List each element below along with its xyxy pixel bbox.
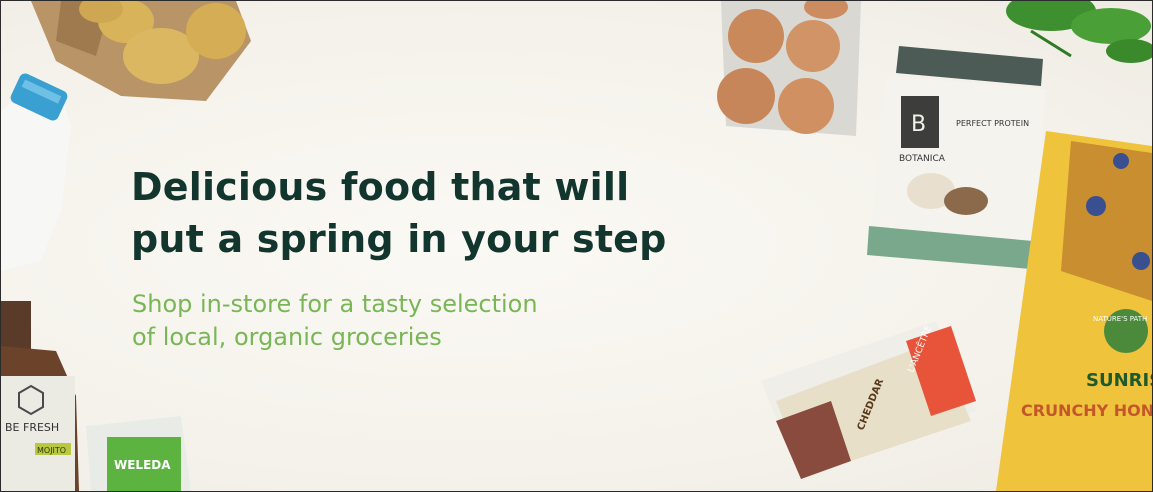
weleda-box: WELEDA	[86, 416, 191, 491]
svg-text:NATURE'S PATH: NATURE'S PATH	[1093, 315, 1147, 323]
svg-text:BOTANICA: BOTANICA	[899, 154, 946, 164]
svg-text:CRUNCHY HONEY: CRUNCHY HONEY	[1021, 401, 1152, 420]
svg-text:BE FRESH: BE FRESH	[5, 421, 59, 434]
protein-tub: B BOTANICA PERFECT PROTEIN	[867, 46, 1046, 269]
egg-carton	[717, 1, 861, 136]
herb-leaves	[1006, 1, 1152, 63]
headline-line-1: Delicious food that will	[131, 165, 630, 209]
promo-banner: BE FRESH MOJITO WELEDA B BOTANICA PERFEC…	[0, 0, 1153, 492]
svg-text:WELEDA: WELEDA	[114, 458, 171, 472]
subheading-line-1: Shop in-store for a tasty selection	[132, 290, 538, 318]
hero-subheading: Shop in-store for a tasty selection of l…	[132, 288, 538, 354]
svg-text:MOJITO: MOJITO	[37, 446, 66, 455]
svg-text:PERFECT PROTEIN: PERFECT PROTEIN	[956, 119, 1029, 128]
hero-headline: Delicious food that will put a spring in…	[131, 161, 667, 265]
svg-text:B: B	[911, 112, 926, 137]
cheese-block: L'ANCÊTRE CHEDDAR	[761, 321, 976, 481]
subheading-line-2: of local, organic groceries	[132, 323, 442, 351]
milk-bottle	[1, 73, 71, 271]
juice-bottle: BE FRESH MOJITO	[1, 301, 79, 491]
headline-line-2: put a spring in your step	[131, 217, 667, 261]
potato-bag	[31, 1, 251, 101]
svg-text:SUNRISE: SUNRISE	[1086, 370, 1152, 391]
